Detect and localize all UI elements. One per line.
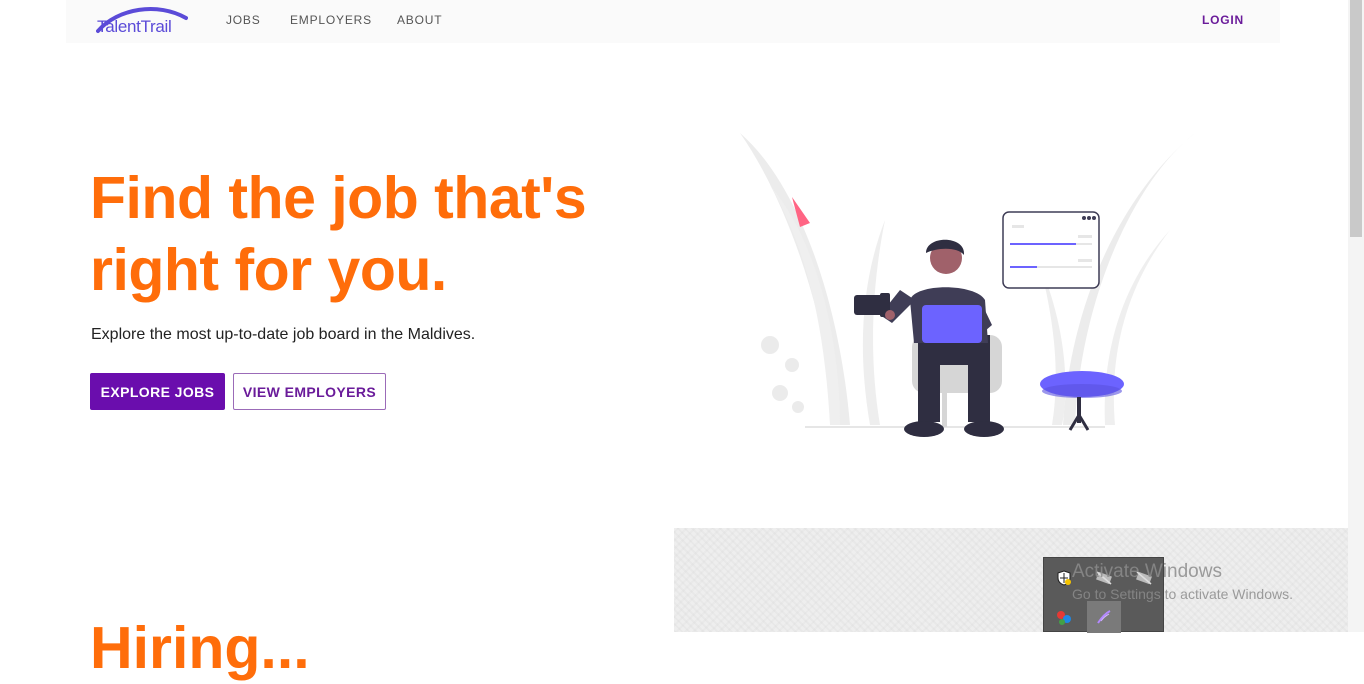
login-link[interactable]: LOGIN	[1202, 13, 1244, 27]
hero-subtitle: Explore the most up-to-date job board in…	[91, 326, 476, 343]
activate-windows-subtitle: Go to Settings to activate Windows.	[1072, 586, 1293, 602]
navbar: TalentTrail JOBS EMPLOYERS ABOUT LOGIN	[66, 0, 1280, 43]
texture-panel	[674, 528, 1348, 632]
hero-title-line-2: right for you.	[90, 237, 447, 303]
hero-title-line-1: Find the job that's	[90, 165, 587, 231]
logo[interactable]: TalentTrail	[96, 4, 188, 36]
hero-illustration	[740, 133, 1195, 437]
scroll-thumb[interactable]	[1350, 0, 1362, 237]
hero-title: Find the job that's right for you.	[90, 162, 650, 306]
nav-employers[interactable]: EMPLOYERS	[290, 13, 372, 27]
nav-about[interactable]: ABOUT	[397, 13, 442, 27]
security-shield-icon[interactable]	[1054, 568, 1074, 588]
activate-windows-title: Activate Windows	[1072, 561, 1222, 582]
nav-jobs[interactable]: JOBS	[226, 13, 261, 27]
view-employers-button[interactable]: VIEW EMPLOYERS	[233, 373, 386, 410]
logo-text: TalentTrail	[97, 17, 172, 36]
section-title: Hiring...	[90, 615, 310, 681]
page-scrollbar[interactable]	[1348, 0, 1364, 632]
explore-jobs-button[interactable]: EXPLORE JOBS	[90, 373, 225, 410]
feather-app-icon[interactable]	[1087, 601, 1121, 633]
color-app-icon[interactable]	[1054, 608, 1074, 628]
